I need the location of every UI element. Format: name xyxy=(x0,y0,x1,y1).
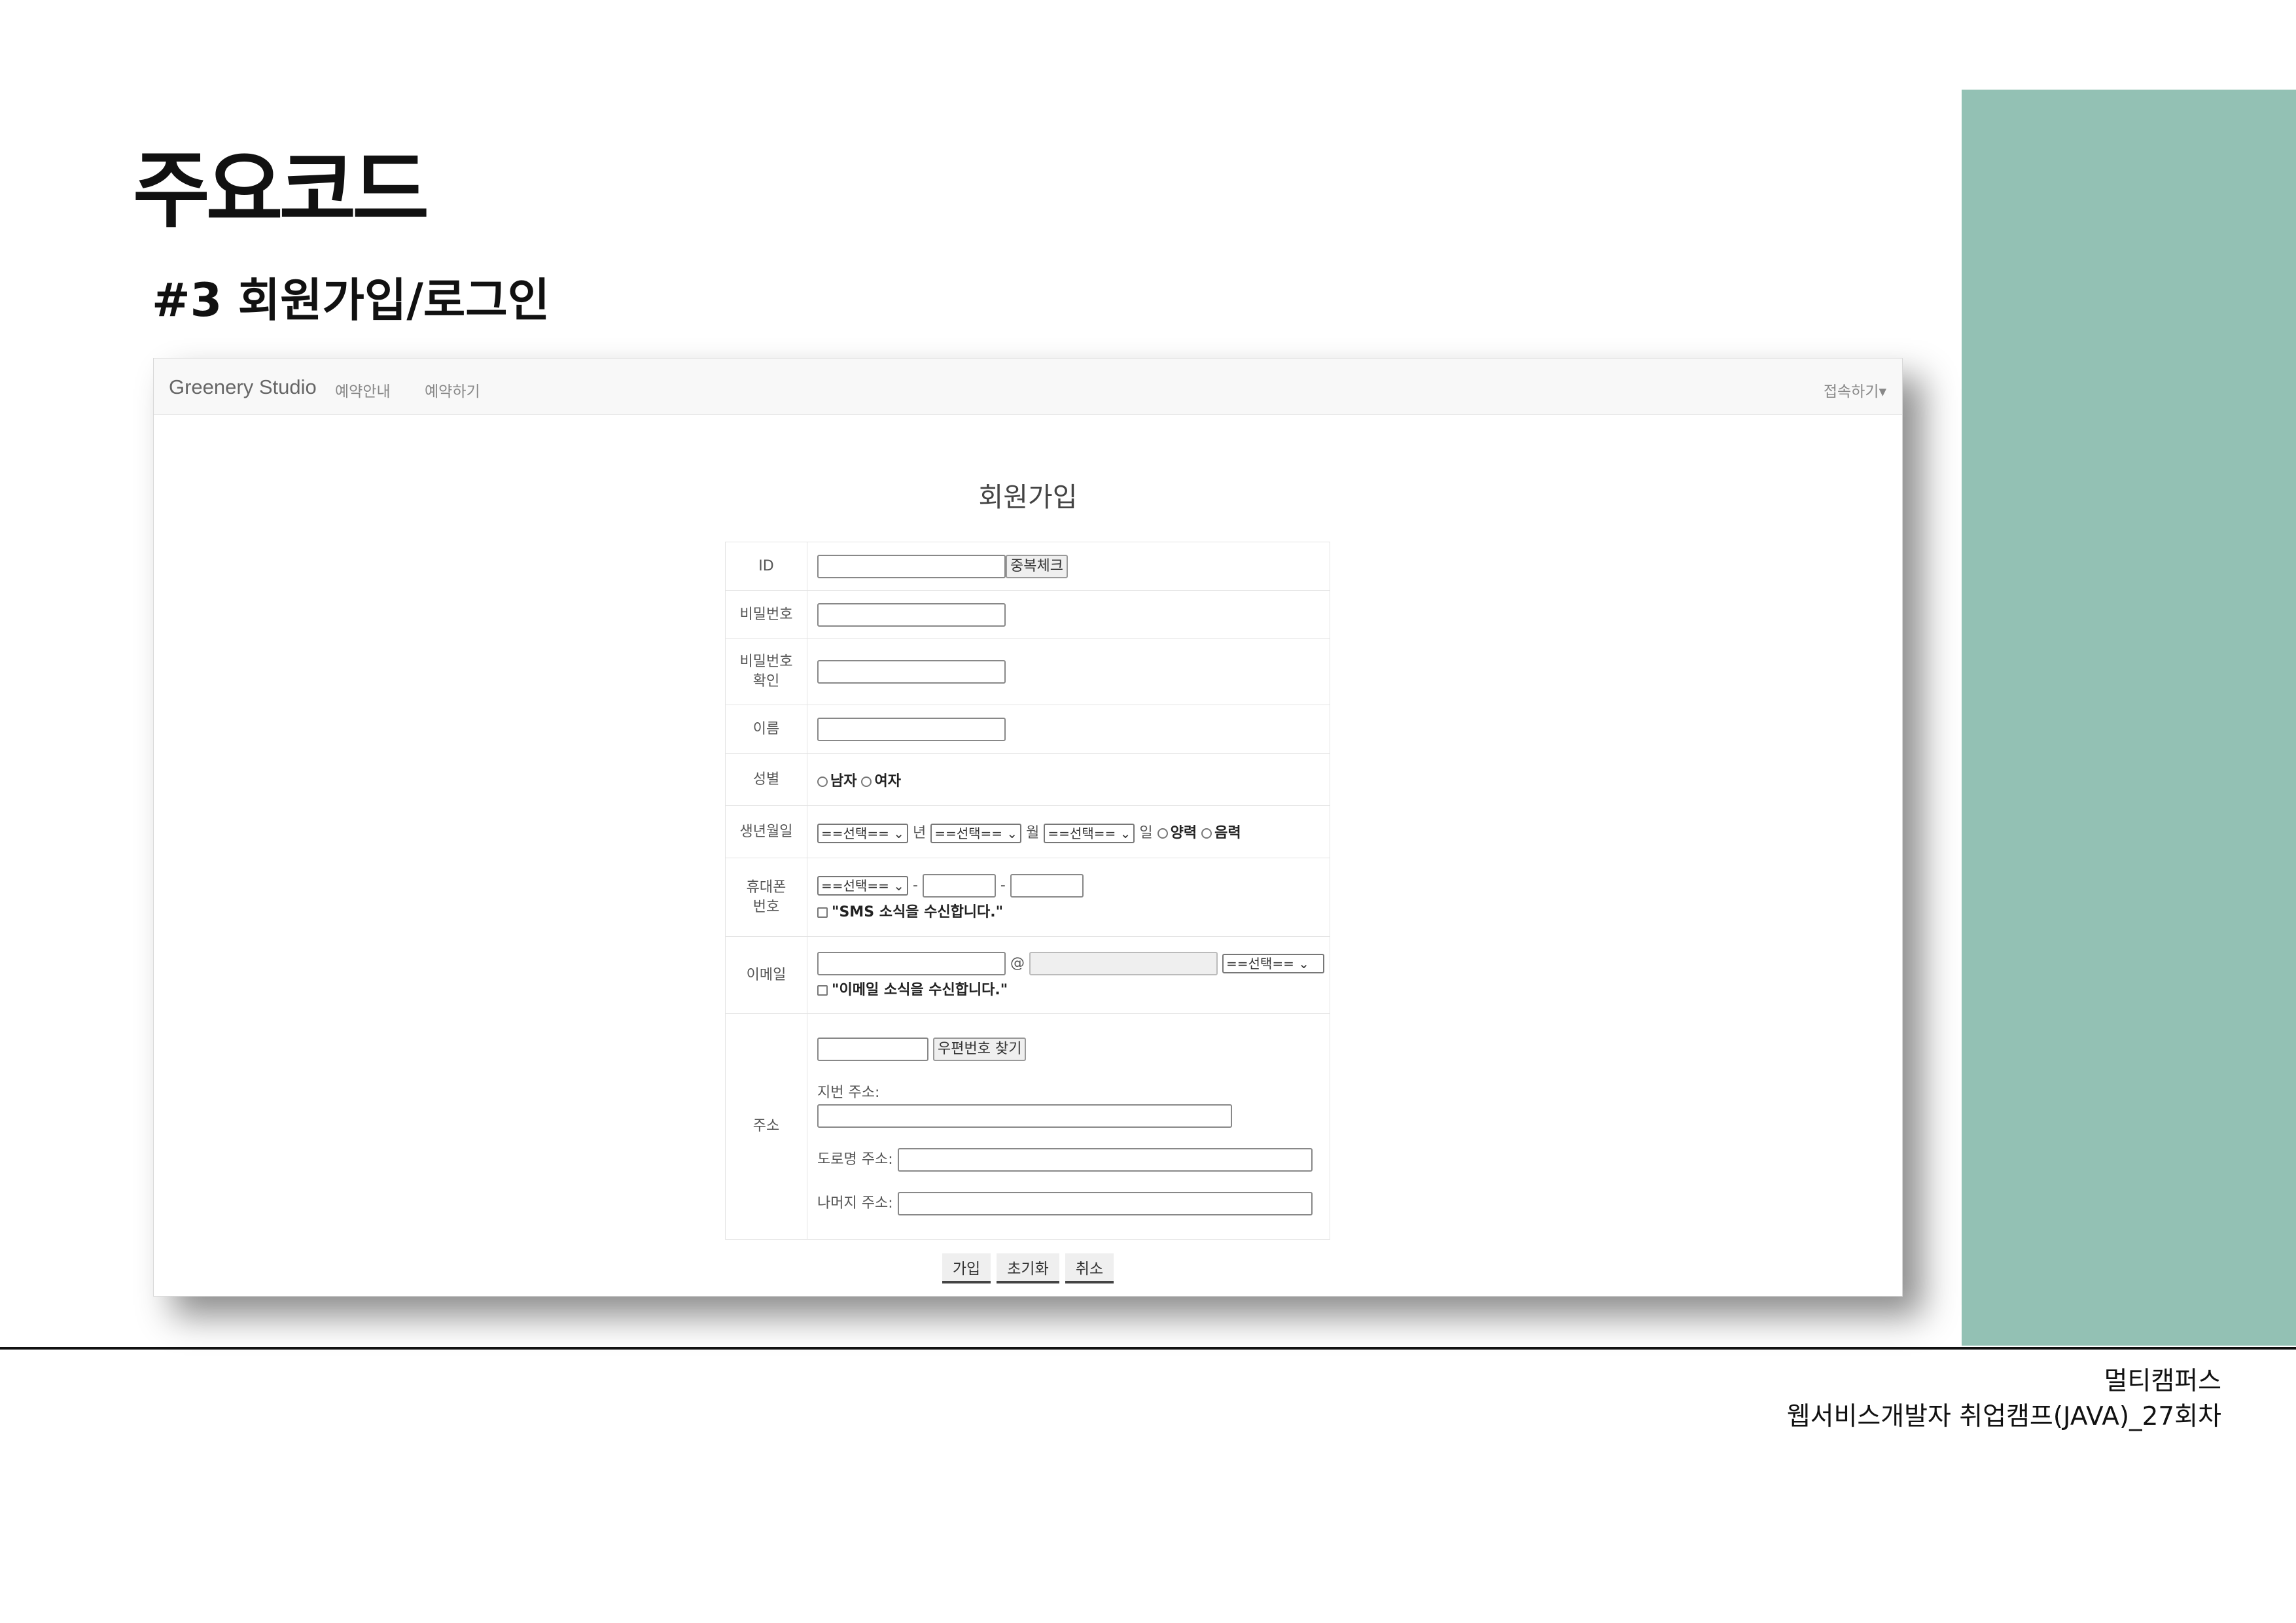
sms-consent-checkbox[interactable] xyxy=(817,907,828,918)
birth-month-select[interactable]: ==선택== ⌄ xyxy=(930,823,1022,843)
email-consent-label: "이메일 소식을 수신합니다." xyxy=(832,981,1008,998)
year-label: 년 xyxy=(912,824,927,841)
accent-sidebar xyxy=(1962,90,2296,1346)
female-label: 여자 xyxy=(874,773,901,790)
password-label: 비밀번호 xyxy=(725,590,807,639)
password-input[interactable] xyxy=(817,602,1006,627)
cancel-button[interactable]: 취소 xyxy=(1065,1253,1114,1283)
password-confirm-input[interactable] xyxy=(817,660,1006,684)
road-address-input[interactable] xyxy=(897,1148,1313,1172)
id-input[interactable] xyxy=(817,554,1006,578)
phone-last-input[interactable] xyxy=(1010,873,1084,898)
name-input[interactable] xyxy=(817,717,1006,741)
brand-link[interactable]: Greenery Studio xyxy=(169,375,317,399)
zipcode-search-button[interactable]: 우편번호 찾기 xyxy=(933,1038,1027,1061)
form-buttons: 가입 초기화 취소 xyxy=(154,1253,1902,1283)
month-label: 월 xyxy=(1026,824,1040,841)
nav-reserve[interactable]: 예약하기 xyxy=(425,379,480,401)
solar-radio[interactable] xyxy=(1157,828,1168,839)
email-domain-input[interactable] xyxy=(1029,951,1218,975)
footer: 멀티캠퍼스 웹서비스개발자 취업캠프(JAVA)_27회차 xyxy=(1787,1364,2221,1435)
dup-check-button[interactable]: 중복체크 xyxy=(1006,554,1068,578)
footer-course: 웹서비스개발자 취업캠프(JAVA)_27회차 xyxy=(1786,1402,2221,1431)
phone-dash-1: - xyxy=(912,877,918,894)
phone-dash-2: - xyxy=(1000,877,1006,894)
lunar-label: 음력 xyxy=(1214,824,1241,841)
sms-consent-label: "SMS 소식을 수신합니다." xyxy=(832,903,1004,920)
female-radio[interactable] xyxy=(861,776,872,787)
reset-button[interactable]: 초기화 xyxy=(997,1253,1059,1283)
birth-label: 생년월일 xyxy=(725,805,807,858)
connect-dropdown[interactable]: 접속하기▾ xyxy=(1824,379,1886,401)
phone-label-line2: 번호 xyxy=(752,898,780,915)
phone-label: 휴대폰 번호 xyxy=(725,858,807,937)
rest-address-input[interactable] xyxy=(897,1192,1313,1215)
password-confirm-label: 비밀번호 확인 xyxy=(725,638,807,705)
phone-middle-input[interactable] xyxy=(922,873,996,898)
email-consent-checkbox[interactable] xyxy=(817,985,828,996)
phone-prefix-select[interactable]: ==선택== ⌄ xyxy=(817,875,908,896)
password-confirm-label-line1: 비밀번호 xyxy=(739,654,793,670)
signup-screenshot: Greenery Studio 예약안내 예약하기 접속하기▾ 회원가입 ID … xyxy=(153,358,1903,1297)
slide-subtitle: #3 회원가입/로그인 xyxy=(152,273,550,327)
email-domain-select[interactable]: ==선택== ⌄ xyxy=(1222,953,1324,973)
birth-year-select[interactable]: ==선택== ⌄ xyxy=(817,823,908,843)
navbar: Greenery Studio 예약안내 예약하기 접속하기▾ xyxy=(154,358,1902,415)
gender-label: 성별 xyxy=(725,753,807,806)
lunar-radio[interactable] xyxy=(1201,828,1212,839)
signup-form: ID 중복체크 비밀번호 비밀번호 확인 이름 성별 남자 여자 생년월일 ==… xyxy=(725,542,1330,1240)
address-label: 주소 xyxy=(725,1013,807,1240)
road-address-label: 도로명 주소: xyxy=(817,1151,893,1168)
submit-button[interactable]: 가입 xyxy=(942,1253,991,1283)
day-label: 일 xyxy=(1139,824,1153,841)
id-label: ID xyxy=(725,542,807,591)
nav-reservation-info[interactable]: 예약안내 xyxy=(335,379,391,401)
phone-label-line1: 휴대폰 xyxy=(746,879,786,896)
name-label: 이름 xyxy=(725,705,807,754)
solar-label: 양력 xyxy=(1170,824,1197,841)
male-radio[interactable] xyxy=(817,776,828,787)
email-label: 이메일 xyxy=(725,936,807,1014)
form-title: 회원가입 xyxy=(978,481,1078,513)
birth-day-select[interactable]: ==선택== ⌄ xyxy=(1044,823,1135,843)
email-id-input[interactable] xyxy=(817,951,1006,975)
password-confirm-label-line2: 확인 xyxy=(752,673,780,689)
male-label: 남자 xyxy=(830,773,857,790)
rest-address-label: 나머지 주소: xyxy=(817,1195,893,1212)
jibun-address-input[interactable] xyxy=(817,1104,1232,1128)
slide-title: 주요코드 xyxy=(133,142,429,239)
footer-divider xyxy=(0,1347,2296,1350)
jibun-address-label: 지번 주소: xyxy=(817,1085,880,1101)
at-sign: @ xyxy=(1010,954,1025,971)
footer-org: 멀티캠퍼스 xyxy=(2104,1367,2221,1396)
zipcode-input[interactable] xyxy=(817,1038,928,1061)
